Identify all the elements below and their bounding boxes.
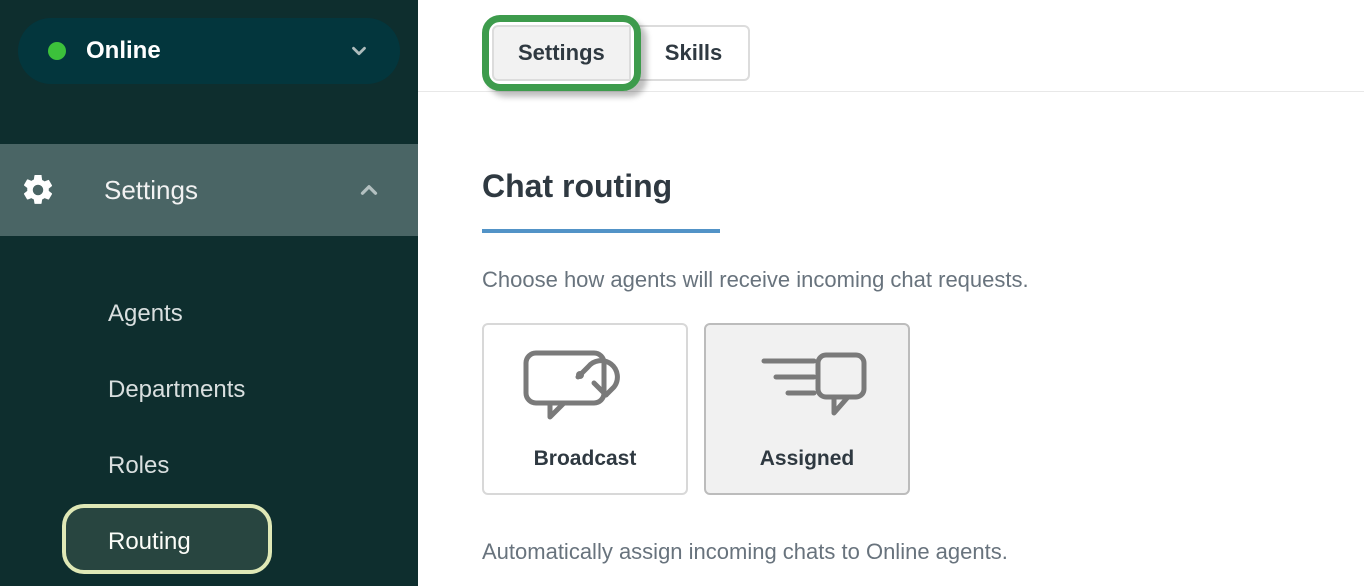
sidebar-section-settings[interactable]: Settings [0, 144, 418, 236]
tabs-row: Settings Skills [418, 0, 1364, 92]
sidebar: Online Settings Agents Departments Roles… [0, 0, 418, 586]
sidebar-subnav: Agents Departments Roles Routing [0, 236, 418, 580]
gear-icon [20, 172, 56, 208]
sidebar-item-label: Agents [108, 300, 183, 328]
assigned-icon [742, 347, 872, 431]
routing-option-assigned[interactable]: Assigned [704, 323, 910, 495]
status-label: Online [86, 37, 348, 65]
sidebar-item-roles[interactable]: Roles [0, 428, 418, 504]
routing-option-broadcast[interactable]: Broadcast [482, 323, 688, 495]
tab-label: Skills [665, 40, 722, 66]
routing-options: Broadcast Assigned [482, 323, 1364, 495]
sidebar-section-label: Settings [104, 175, 356, 206]
sidebar-item-routing[interactable]: Routing [0, 504, 418, 580]
assigned-description: Automatically assign incoming chats to O… [482, 539, 1364, 565]
tab-label: Settings [518, 40, 605, 66]
sidebar-item-label: Departments [108, 376, 245, 404]
status-selector[interactable]: Online [18, 18, 400, 84]
main-content: Settings Skills Chat routing Choose how … [418, 0, 1364, 586]
chevron-up-icon [356, 177, 382, 203]
status-dot-icon [48, 42, 66, 60]
sidebar-item-agents[interactable]: Agents [0, 276, 418, 352]
sidebar-item-departments[interactable]: Departments [0, 352, 418, 428]
settings-tab-highlight: Settings [482, 15, 641, 91]
section-description: Choose how agents will receive incoming … [482, 261, 1364, 293]
tab-settings[interactable]: Settings [492, 25, 631, 81]
section-title: Chat routing [482, 168, 1364, 229]
routing-option-label: Broadcast [534, 447, 637, 471]
routing-option-label: Assigned [760, 447, 855, 471]
sidebar-item-label: Roles [108, 452, 169, 480]
sidebar-item-label: Routing [108, 528, 191, 556]
section-underline [482, 229, 720, 233]
chevron-down-icon [348, 40, 370, 62]
broadcast-icon [520, 347, 650, 431]
tab-skills[interactable]: Skills [639, 25, 750, 81]
settings-content: Chat routing Choose how agents will rece… [418, 92, 1364, 565]
